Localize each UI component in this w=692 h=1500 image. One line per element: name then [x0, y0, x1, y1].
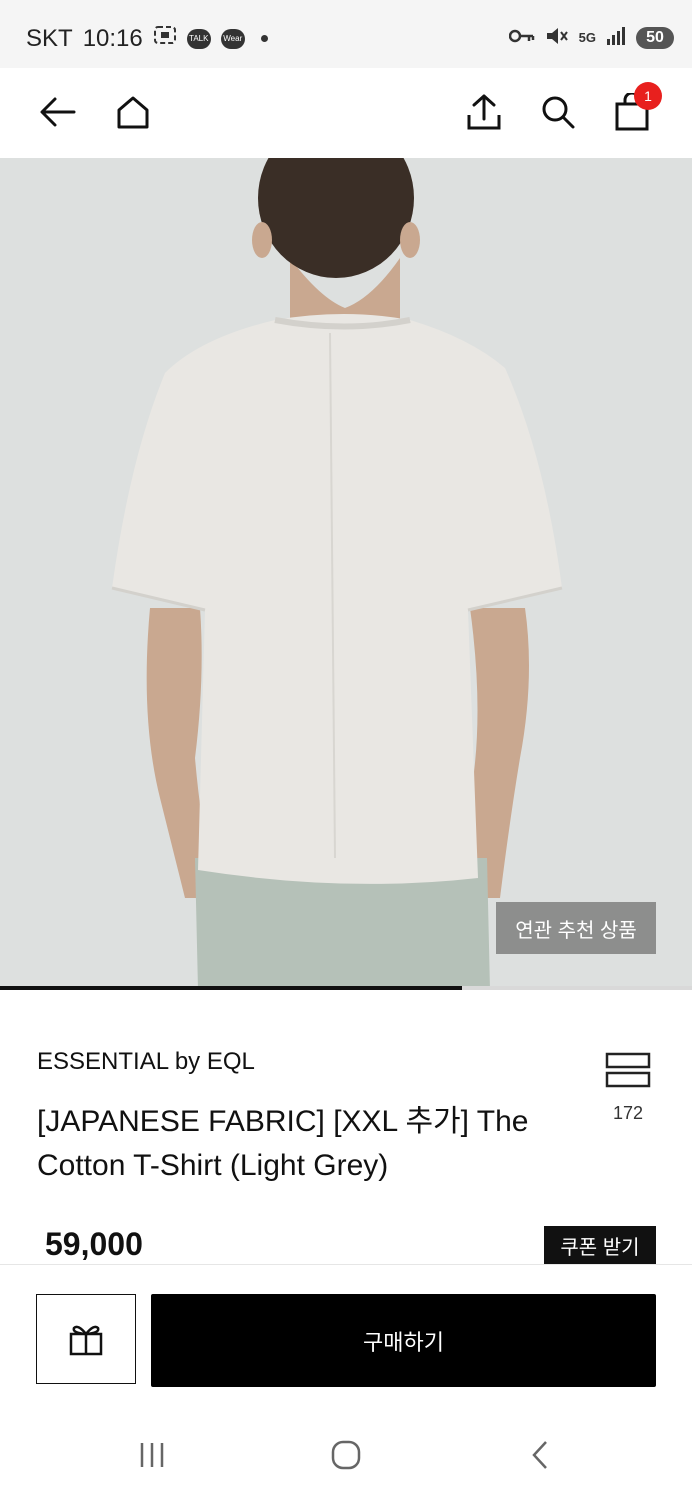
network-type: 5G: [578, 30, 596, 45]
kakaotalk-icon: TALK: [186, 28, 211, 49]
mute-icon: [545, 26, 569, 49]
product-title: [JAPANESE FABRIC] [XXL 추가] The Cotton T-…: [37, 1105, 529, 1182]
back-button[interactable]: [36, 90, 80, 134]
more-notifications-dot: [260, 35, 268, 42]
related-products-button[interactable]: 연관 추천 상품: [496, 902, 656, 954]
vpn-key-icon: [508, 28, 535, 47]
product-image-carousel[interactable]: [0, 158, 692, 990]
carrier-label: SKT: [26, 24, 73, 52]
status-bar: SKT 10:16 TALK Wear 5G 50: [0, 0, 692, 68]
signal-icon: [606, 27, 626, 48]
cart-count-badge: 1: [634, 82, 662, 110]
home-button[interactable]: [111, 90, 155, 134]
get-coupon-button[interactable]: 쿠폰 받기: [544, 1226, 656, 1264]
share-icon: [467, 94, 501, 130]
system-home-button[interactable]: [326, 1438, 366, 1472]
gift-icon: [69, 1325, 103, 1356]
top-nav: 1: [0, 68, 692, 158]
share-button[interactable]: [462, 90, 506, 134]
status-left: SKT 10:16 TALK Wear: [26, 24, 268, 53]
bottom-action-bar: 구매하기: [0, 1264, 692, 1411]
status-right: 5G 50: [508, 26, 674, 49]
brand-name[interactable]: ESSENTIAL by EQL: [37, 1048, 255, 1076]
home-icon: [117, 96, 149, 129]
clock-time: 10:16: [82, 24, 143, 52]
wishlist-button[interactable]: 172: [604, 1052, 652, 1124]
wishlist-count: 172: [612, 1103, 644, 1123]
home-circle-icon: [331, 1440, 361, 1470]
gift-button[interactable]: [36, 1294, 136, 1384]
search-icon: [542, 96, 575, 129]
cart-button[interactable]: 1: [610, 82, 662, 134]
screenshot-icon: [153, 24, 177, 53]
wishlist-icon: [605, 1052, 651, 1088]
battery-indicator: 50: [636, 26, 674, 49]
recent-apps-icon: [140, 1443, 164, 1467]
system-nav-bar: [0, 1410, 692, 1500]
back-chevron-icon: [532, 1441, 547, 1469]
search-button[interactable]: [536, 90, 580, 134]
product-price: 59,000: [45, 1226, 143, 1262]
image-progress-fill: [0, 986, 462, 990]
recent-apps-button[interactable]: [132, 1438, 172, 1472]
image-progress-track: [0, 986, 692, 990]
buy-button[interactable]: 구매하기: [151, 1294, 656, 1387]
system-back-button[interactable]: [520, 1438, 560, 1472]
product-photo: [0, 158, 692, 990]
wear-icon: Wear: [220, 28, 245, 49]
back-arrow-icon: [40, 97, 76, 127]
